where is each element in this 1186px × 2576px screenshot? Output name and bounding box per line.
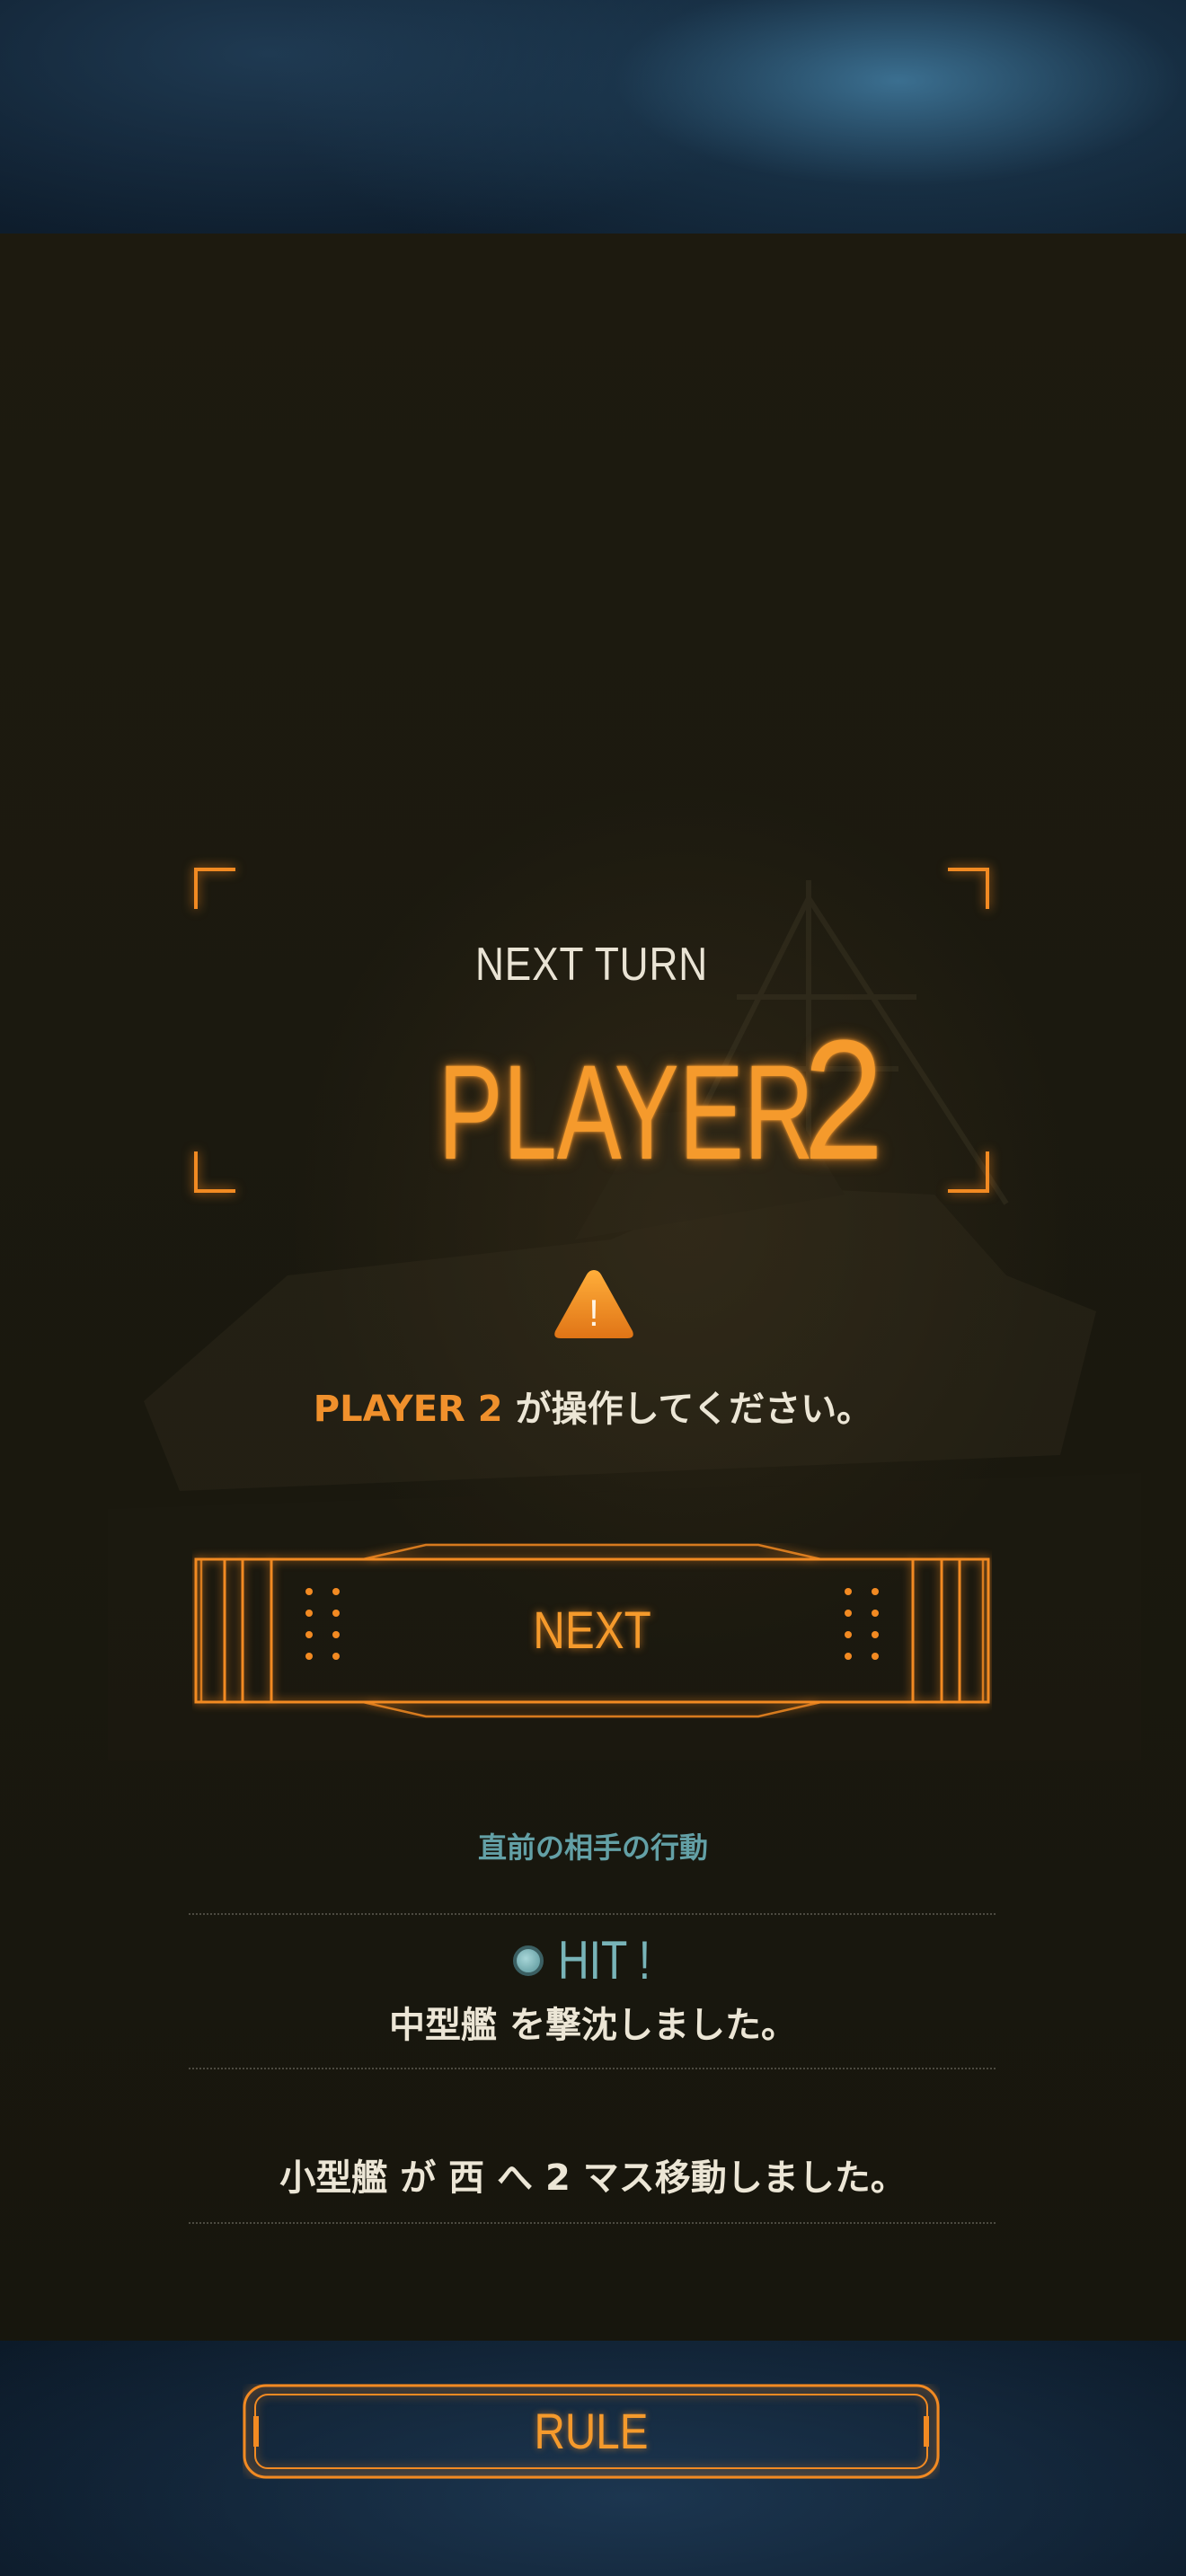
turn-change-panel: NEXT TURN PLAYER2 ! PLAYER 2 が操作してください。 <box>0 234 1186 2479</box>
divider <box>189 2222 996 2224</box>
player-number: 2 <box>802 1005 884 1195</box>
game-screen: NEXT TURN PLAYER2 ! PLAYER 2 が操作してください。 <box>0 0 1186 2576</box>
warning-triangle-icon: ! <box>554 1270 633 1338</box>
current-player-title: PLAYER2 <box>194 1002 989 1198</box>
hit-message: 中型艦 を撃沈しました。 <box>389 2005 797 2046</box>
move-message: 小型艦 が 西 へ 2 マス移動しました。 <box>279 2157 907 2199</box>
next-button[interactable]: NEXT <box>192 1543 992 1718</box>
instruction-message: が操作してください。 <box>515 1389 873 1430</box>
warning-glyph: ! <box>589 1292 599 1334</box>
turn-title-frame: NEXT TURN PLAYER2 <box>194 868 989 1195</box>
frame-corner-top-right <box>948 868 989 909</box>
divider <box>189 1913 996 1915</box>
hit-marker-icon <box>512 1945 544 1976</box>
next-turn-label: NEXT TURN <box>475 939 708 991</box>
frame-corner-top-left <box>194 868 235 909</box>
divider <box>189 2068 996 2069</box>
player-word: PLAYER <box>438 1037 815 1187</box>
instruction-player: PLAYER 2 <box>313 1389 503 1430</box>
rule-button[interactable]: RULE <box>243 2384 940 2479</box>
previous-action-heading: 直前の相手の行動 <box>477 1831 708 1865</box>
next-button-label: NEXT <box>533 1601 651 1660</box>
instruction-text: PLAYER 2 が操作してください。 <box>0 1380 1186 1432</box>
hit-label: HIT ! <box>557 1930 651 1990</box>
hit-result: HIT ! <box>0 1929 1186 1991</box>
rule-button-label: RULE <box>534 2403 649 2459</box>
